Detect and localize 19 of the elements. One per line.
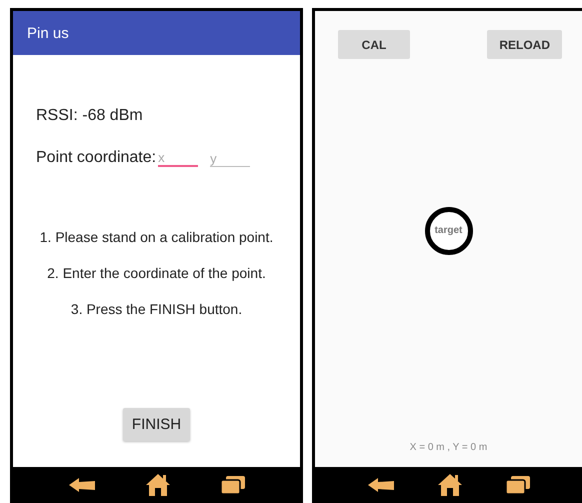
toolbar-button[interactable]: CAL <box>338 30 410 59</box>
recents-icon[interactable] <box>220 475 246 495</box>
coordinate-input[interactable]: y <box>210 151 250 167</box>
target-marker[interactable]: target <box>424 206 472 254</box>
back-icon[interactable] <box>67 476 98 494</box>
app-title: Pin us <box>27 24 69 42</box>
instruction-text: 3. Press the FINISH button. <box>70 301 242 317</box>
coordinate-input[interactable]: x <box>158 150 198 167</box>
finish-button[interactable]: FINISH <box>122 408 190 441</box>
coordinate-label: Point coordinate: <box>36 149 156 167</box>
instruction-text: 1. Please stand on a calibration point. <box>40 229 274 245</box>
toolbar-button[interactable]: RELOAD <box>487 30 562 59</box>
recents-icon[interactable] <box>505 475 532 495</box>
position-text: X = 0 m , Y = 0 m <box>408 442 488 453</box>
back-icon[interactable] <box>366 476 396 494</box>
home-icon[interactable] <box>437 473 464 497</box>
rssi-text: RSSI: -68 dBm <box>36 107 144 125</box>
home-icon[interactable] <box>145 473 172 497</box>
instruction-text: 2. Enter the coordinate of the point. <box>47 265 266 281</box>
